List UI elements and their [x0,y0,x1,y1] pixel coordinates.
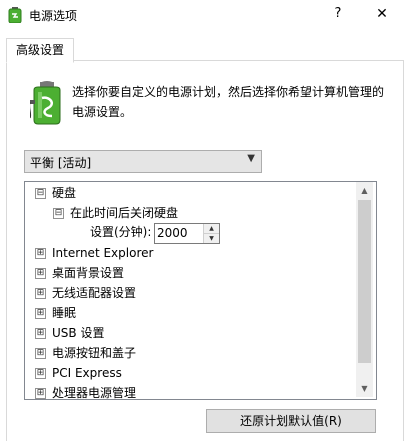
tree-item-label: 电源按钮和盖子 [52,346,137,360]
settings-tree[interactable]: ⊟ 硬盘 ⊟ 在此时间后关闭硬盘 ⊞ Internet Explorer ⊞ 桌… [24,181,377,400]
minutes-input[interactable] [157,225,201,240]
expand-icon[interactable]: ⊞ [35,388,46,399]
battery-plan-icon [30,81,61,125]
spin-up-icon[interactable]: ▲ [203,224,219,234]
collapse-icon[interactable]: ⊟ [35,188,46,199]
tree-item-label: 无线适配器设置 [52,286,137,300]
minutes-spinner[interactable]: ▲ ▼ [154,223,220,244]
tab-advanced-settings[interactable]: 高级设置 [6,38,74,63]
close-button[interactable]: ✕ [365,2,399,26]
tree-scrollbar[interactable]: ▲ ▼ [356,182,373,397]
tree-item-label: Internet Explorer [52,246,154,260]
tree-item-label: PCI Express [52,366,122,380]
tree-item-label: 睡眠 [52,306,77,320]
power-plan-dropdown[interactable]: 平衡 [活动] ▼ [24,150,262,173]
tree-item-label: USB 设置 [52,326,105,340]
tree-item-label: 在此时间后关闭硬盘 [70,206,179,220]
window-title: 电源选项 [29,9,78,23]
description-text: 选择你要自定义的电源计划，然后选择你希望计算机管理的电源设置。 [72,85,385,119]
power-options-icon [8,7,22,23]
title-bar: 电源选项 ? ✕ [0,0,406,30]
spin-down-icon[interactable]: ▼ [203,234,219,243]
expand-icon[interactable]: ⊞ [35,308,46,319]
scroll-down-icon[interactable]: ▼ [356,380,373,397]
tree-item-label: 桌面背景设置 [52,266,125,280]
expand-icon[interactable]: ⊞ [35,248,46,259]
help-button[interactable]: ? [326,2,350,26]
expand-icon[interactable]: ⊞ [35,348,46,359]
tree-item-label: 硬盘 [52,186,77,200]
scroll-thumb[interactable] [358,200,371,363]
expand-icon[interactable]: ⊞ [35,328,46,339]
scroll-up-icon[interactable]: ▲ [356,182,373,199]
power-plan-selected: 平衡 [活动] [30,156,92,170]
chevron-down-icon: ▼ [247,153,255,164]
expand-icon[interactable]: ⊞ [35,288,46,299]
tree-item-label: 处理器电源管理 [52,386,137,400]
restore-defaults-button[interactable]: 还原计划默认值(R) [206,409,376,433]
expand-icon[interactable]: ⊞ [35,268,46,279]
collapse-icon[interactable]: ⊟ [53,208,64,219]
setting-minutes-label: 设置(分钟): [90,225,152,239]
expand-icon[interactable]: ⊞ [35,368,46,379]
